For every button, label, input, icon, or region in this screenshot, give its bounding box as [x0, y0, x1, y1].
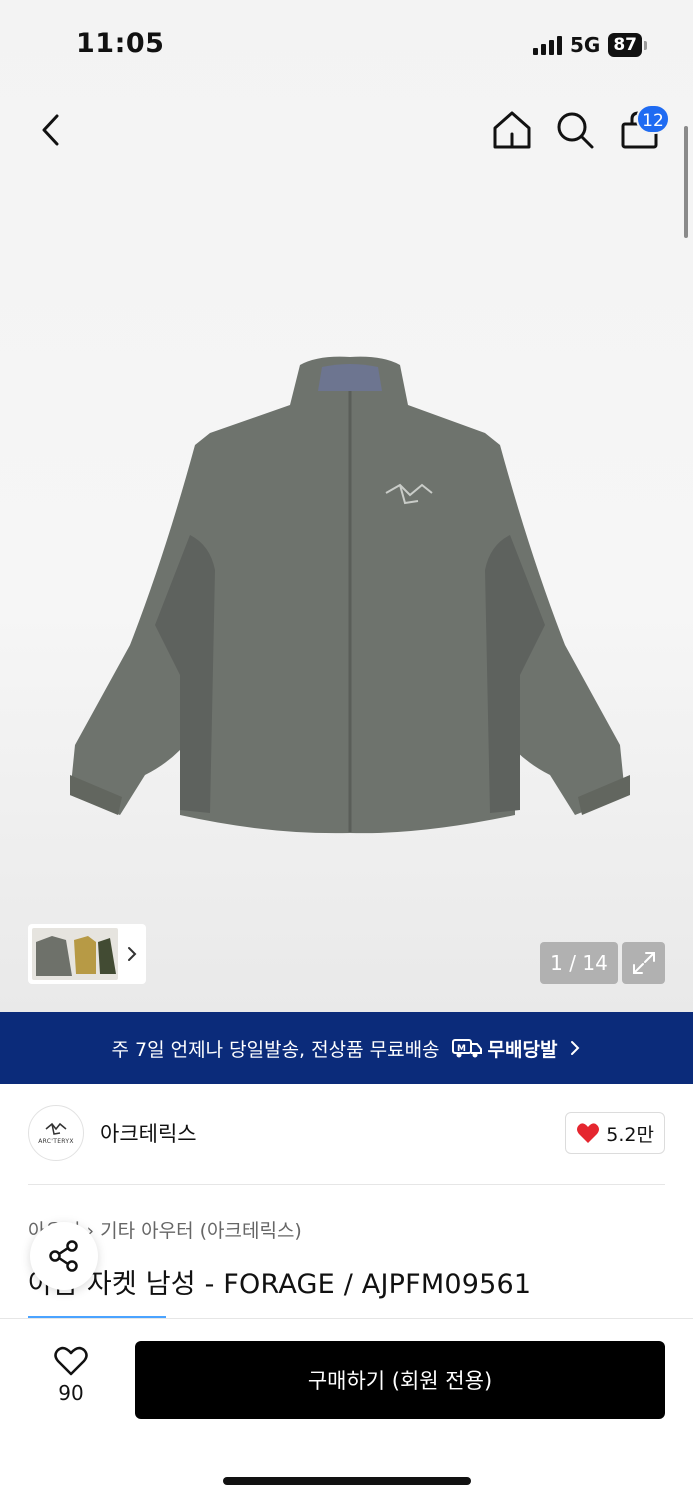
brand-like-button[interactable]: 5.2만 — [565, 1112, 665, 1154]
heart-outline-icon — [54, 1346, 88, 1376]
brand-like-count: 5.2만 — [606, 1123, 654, 1146]
share-icon — [49, 1240, 78, 1272]
network-type: 5G — [569, 33, 601, 57]
status-time: 11:05 — [76, 28, 165, 59]
chevron-right-icon — [128, 947, 137, 961]
signal-icon — [532, 35, 562, 55]
wishlist-button[interactable]: 90 — [40, 1345, 102, 1405]
brand-name[interactable]: 아크테릭스 — [100, 1118, 197, 1148]
buy-button[interactable]: 구매하기 (회원 전용) — [135, 1341, 665, 1419]
color-thumbnail-image — [32, 928, 118, 980]
search-button[interactable] — [553, 108, 597, 152]
brand-row: ARC'TERYX 아크테릭스 5.2만 — [28, 1104, 665, 1162]
search-icon — [557, 112, 594, 149]
truck-icon: M — [451, 1039, 482, 1058]
share-button[interactable] — [30, 1222, 98, 1290]
product-title: 아톰 자켓 남성 - FORAGE / AJPFM09561 — [28, 1269, 532, 1300]
divider — [28, 1184, 665, 1185]
cart-count-badge: 12 — [636, 104, 670, 134]
heart-filled-icon — [577, 1123, 600, 1143]
home-indicator — [223, 1477, 471, 1485]
chevron-left-icon — [42, 114, 59, 146]
shipping-banner-tag: M 무배당발 — [451, 1035, 558, 1062]
status-indicators: 5G 87 — [532, 33, 647, 57]
home-icon — [493, 111, 531, 149]
color-thumbnails[interactable] — [28, 924, 146, 984]
home-button[interactable] — [490, 108, 534, 152]
shipping-banner-tag-label: 무배당발 — [487, 1038, 558, 1061]
image-page-counter: 1 / 14 — [540, 942, 618, 984]
brand-logo[interactable]: ARC'TERYX — [28, 1105, 84, 1161]
back-button[interactable] — [30, 108, 74, 152]
product-image[interactable] — [60, 345, 640, 845]
brand-logo-text: ARC'TERYX — [38, 1138, 74, 1145]
battery-level: 87 — [608, 33, 642, 57]
breadcrumb-subcategory[interactable]: 기타 아우터 (아크테릭스) — [100, 1220, 302, 1242]
shipping-banner-text: 주 7일 언제나 당일발송, 전상품 무료배송 — [111, 1038, 440, 1061]
bottom-action-bar: 90 구매하기 (회원 전용) — [0, 1318, 693, 1500]
shipping-banner[interactable]: 주 7일 언제나 당일발송, 전상품 무료배송 M 무배당발 — [0, 1012, 693, 1084]
expand-icon — [632, 952, 655, 974]
wishlist-count: 90 — [58, 1381, 84, 1405]
scroll-indicator — [684, 126, 688, 238]
status-bar: 11:05 5G 87 — [0, 0, 693, 90]
arcteryx-logo-icon — [45, 1122, 67, 1135]
battery-icon: 87 — [608, 33, 647, 57]
chevron-right-icon — [571, 1041, 580, 1055]
fullscreen-button[interactable] — [622, 942, 665, 984]
svg-text:M: M — [457, 1044, 466, 1054]
